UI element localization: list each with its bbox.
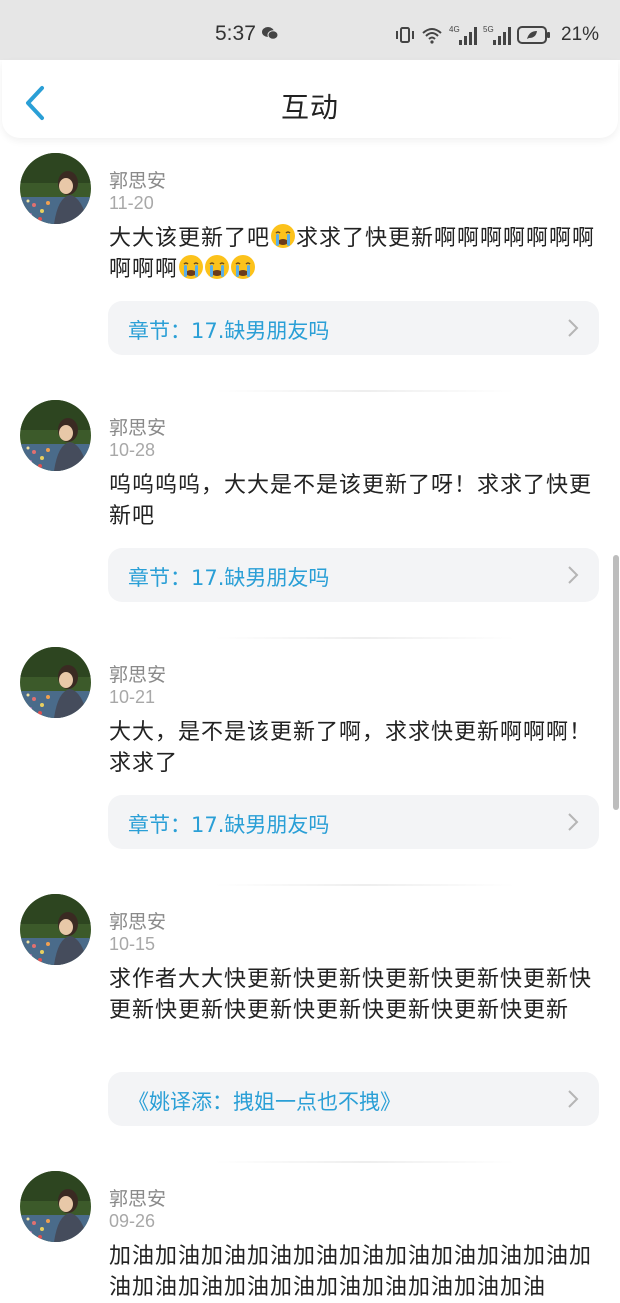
- comment-text: 大大，是不是该更新了啊，求求快更新啊啊啊！求求了: [109, 720, 593, 776]
- battery-icon: [517, 26, 550, 44]
- comment-author: 郭思安: [109, 417, 167, 439]
- comment-author: 郭思安: [109, 911, 167, 933]
- signal-4g-icon: 4G: [449, 25, 477, 45]
- comment-text: 求作者大大快更新快更新快更新快更新快更新快更新快更新快更新快更新快更新快更新快更…: [109, 967, 593, 1023]
- crying-face-icon: [205, 255, 230, 279]
- avatar[interactable]: [20, 894, 91, 965]
- avatar[interactable]: [20, 153, 91, 224]
- comment-date: 10-21: [109, 687, 156, 707]
- crying-face-icon: [271, 224, 296, 248]
- chapter-link-label: 《姚译添：拽姐一点也不拽》: [128, 1090, 401, 1114]
- comment-author: 郭思安: [109, 1188, 167, 1210]
- comment-item: 郭思安 10-28 呜呜呜呜，大大是不是该更新了呀！求求了快更新吧 章节：17.…: [0, 392, 620, 639]
- chapter-link[interactable]: 章节：17.缺男朋友吗: [108, 795, 599, 849]
- chevron-right-icon: [568, 566, 579, 584]
- status-time: 5:37: [215, 22, 256, 45]
- comment-date: 10-15: [109, 934, 156, 954]
- comment-text-part: 大大该更新了吧: [109, 226, 271, 251]
- comment-date: 09-26: [109, 1211, 156, 1231]
- status-bar: 5:37 4G 5G 21%: [0, 0, 620, 60]
- signal-5g-icon: 5G: [483, 25, 511, 45]
- avatar[interactable]: [20, 647, 91, 718]
- header: 互动: [2, 60, 618, 138]
- chevron-right-icon: [568, 1090, 579, 1108]
- avatar[interactable]: [20, 1171, 91, 1242]
- comment-date: 11-20: [109, 193, 154, 213]
- comment-date: 10-28: [109, 440, 156, 460]
- chevron-right-icon: [568, 319, 579, 337]
- chapter-link[interactable]: 章节：17.缺男朋友吗: [108, 301, 599, 355]
- status-icons: 4G 5G 21%: [395, 24, 599, 46]
- svg-text:4G: 4G: [449, 25, 460, 34]
- chapter-link-label: 章节：17.缺男朋友吗: [128, 813, 330, 837]
- comment-author: 郭思安: [109, 170, 167, 192]
- comment-item: 郭思安 09-26 加油加油加油加油加油加油加油加油加油加油加油加油加油加油加油…: [0, 1163, 620, 1303]
- page-title: 互动: [280, 91, 339, 124]
- comment-item: 郭思安 10-15 求作者大大快更新快更新快更新快更新快更新快更新快更新快更新快…: [0, 886, 620, 1163]
- chapter-link[interactable]: 章节：17.缺男朋友吗: [108, 548, 599, 602]
- comment-author: 郭思安: [109, 664, 167, 686]
- comment-text: 呜呜呜呜，大大是不是该更新了呀！求求了快更新吧: [109, 473, 593, 529]
- scrollbar[interactable]: [613, 555, 619, 810]
- comment-list: 郭思安 11-20 大大该更新了吧 求求了快更新啊啊啊啊啊啊啊啊啊啊 章节：17.…: [0, 145, 620, 1303]
- chapter-link-label: 章节：17.缺男朋友吗: [128, 566, 330, 590]
- svg-text:5G: 5G: [483, 25, 494, 34]
- wechat-icon: [262, 27, 278, 40]
- comment-text: 大大该更新了吧 求求了快更新啊啊啊啊啊啊啊啊啊啊: [109, 223, 599, 285]
- comment-text: 加油加油加油加油加油加油加油加油加油加油加油加油加油加油加油加油加油加油加油加油: [109, 1244, 593, 1300]
- wifi-icon: [422, 28, 442, 44]
- crying-face-icon: [231, 255, 256, 279]
- avatar[interactable]: [20, 400, 91, 471]
- crying-face-icon: [179, 255, 204, 279]
- chevron-right-icon: [568, 813, 579, 831]
- chapter-link-label: 章节：17.缺男朋友吗: [128, 319, 330, 343]
- comment-item: 郭思安 10-21 大大，是不是该更新了啊，求求快更新啊啊啊！求求了 章节：17…: [0, 639, 620, 886]
- vibrate-icon: [396, 27, 414, 43]
- chapter-link[interactable]: 《姚译添：拽姐一点也不拽》: [108, 1072, 599, 1126]
- comment-item: 郭思安 11-20 大大该更新了吧 求求了快更新啊啊啊啊啊啊啊啊啊啊 章节：17.…: [0, 145, 620, 392]
- battery-percent: 21%: [561, 24, 600, 45]
